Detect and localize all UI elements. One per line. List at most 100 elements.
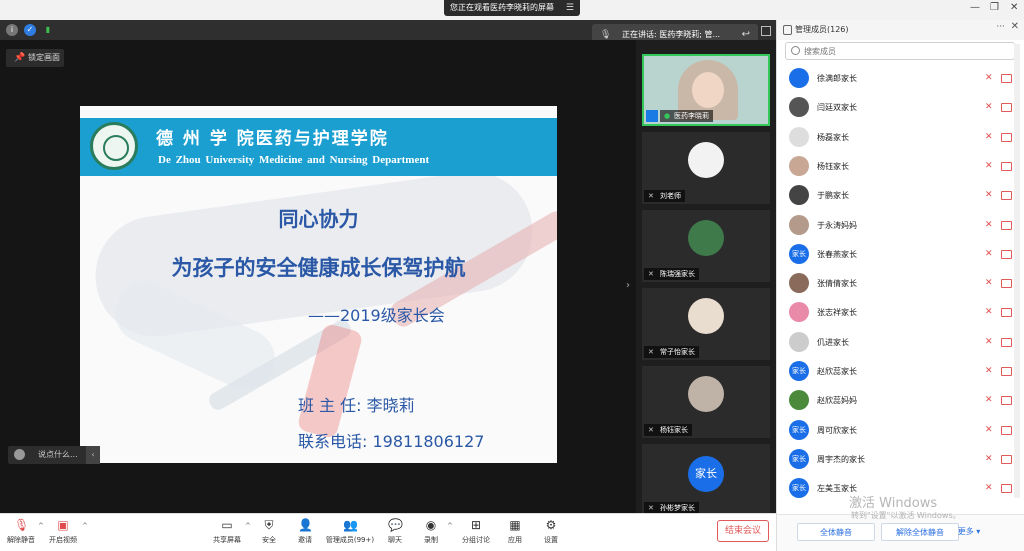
member-row[interactable]: 闫廷双家长 ✕ [777, 93, 1017, 122]
mic-muted-icon[interactable]: ✕ [985, 454, 995, 465]
close-icon[interactable]: ✕ [1011, 21, 1019, 32]
end-meeting-button[interactable]: 结束会议 [717, 520, 769, 542]
minimize-button[interactable]: — [970, 2, 980, 13]
apps-button[interactable]: ▦ 应用 [502, 518, 528, 545]
video-tile[interactable]: ✕ 常子怡家长 [642, 288, 770, 360]
camera-off-icon[interactable] [1001, 367, 1012, 376]
mic-muted-icon[interactable]: ✕ [985, 278, 995, 289]
member-row[interactable]: 于永涛妈妈 ✕ [777, 211, 1017, 240]
video-tile[interactable]: ✕ 刘老师 [642, 132, 770, 204]
camera-off-icon[interactable] [1001, 161, 1012, 171]
camera-off-icon[interactable] [1001, 484, 1012, 494]
member-name: 周可欣家长 [817, 425, 857, 435]
more-icon[interactable]: ··· [996, 22, 1005, 32]
more-options-button[interactable]: 更多 ▾ [947, 523, 991, 541]
camera-off-icon[interactable] [1001, 132, 1012, 142]
search-input[interactable] [804, 44, 1004, 58]
restore-button[interactable]: ❐ [990, 2, 999, 13]
camera-off-icon[interactable] [1001, 337, 1012, 347]
chevron-up-icon[interactable]: ^ [245, 522, 251, 530]
camera-off-icon[interactable] [1001, 249, 1012, 259]
mic-muted-icon[interactable]: ✕ [985, 190, 995, 201]
member-row[interactable]: 赵欣蕊妈妈 ✕ [777, 386, 1017, 415]
settings-button[interactable]: ⚙ 设置 [538, 518, 564, 545]
mic-muted-icon[interactable]: ✕ [985, 425, 995, 436]
video-tile[interactable]: ● 医药李晓莉 [642, 54, 770, 126]
member-row[interactable]: 家长 赵欣蕊家长 ✕ [777, 357, 1017, 386]
share-screen-button[interactable]: ▭ 共享屏幕 [210, 518, 244, 545]
member-row[interactable]: 徐满郎家长 ✕ [777, 64, 1017, 93]
mic-muted-icon[interactable]: ✕ [985, 132, 995, 143]
chevron-left-icon[interactable]: ‹ [86, 446, 100, 464]
mic-muted-icon[interactable]: ✕ [985, 307, 995, 318]
mic-muted-icon[interactable]: ✕ [985, 220, 995, 231]
layout-toggle-icon[interactable] [761, 26, 771, 36]
chat-button[interactable]: 💬 聊天 [382, 518, 408, 545]
unmute-button[interactable]: 🎙 解除静音 [4, 518, 38, 545]
mic-muted-icon: ✕ [648, 192, 654, 200]
member-row[interactable]: 张志祥家长 ✕ [777, 298, 1017, 327]
chat-input[interactable]: 说点什么... ‹ [8, 446, 100, 464]
video-tile[interactable]: ✕ 陈瑞强家长 [642, 210, 770, 282]
member-row[interactable]: 家长 周可欣家长 ✕ [777, 416, 1017, 445]
member-row[interactable]: 家长 张春燕家长 ✕ [777, 240, 1017, 269]
video-tile[interactable]: ✕ 杨钰家长 [642, 366, 770, 438]
member-row[interactable]: 杨钰家长 ✕ [777, 152, 1017, 181]
breakout-rooms-button[interactable]: ⊞ 分组讨论 [458, 518, 494, 545]
member-row[interactable]: 仉进家长 ✕ [777, 328, 1017, 357]
mic-muted-icon[interactable]: ✕ [985, 249, 995, 260]
camera-off-icon[interactable] [1001, 191, 1012, 201]
mic-muted-icon[interactable]: ✕ [985, 366, 995, 377]
member-row[interactable]: 于鹏家长 ✕ [777, 181, 1017, 210]
record-button[interactable]: ◉ 录制 [418, 518, 444, 545]
menu-icon[interactable]: ☰ [566, 0, 574, 16]
avatar [789, 214, 809, 235]
camera-off-icon[interactable] [1001, 308, 1012, 318]
info-icon[interactable]: i [6, 24, 18, 36]
slide-headline: 同心协力 [278, 207, 359, 231]
signal-icon[interactable]: ▮ [42, 24, 54, 36]
chevron-up-icon[interactable]: ^ [447, 522, 453, 530]
share-notice[interactable]: 您正在观看医药李晓莉的屏幕 ☰ [444, 0, 580, 16]
member-row[interactable]: 张倩倩家长 ✕ [777, 269, 1017, 298]
member-name: 张春燕家长 [817, 249, 857, 259]
camera-off-icon[interactable] [1001, 279, 1012, 289]
mic-muted-icon[interactable]: ✕ [985, 483, 995, 494]
mic-muted-icon[interactable]: ✕ [985, 395, 995, 406]
camera-off-icon[interactable] [1001, 454, 1012, 464]
camera-off-icon[interactable] [1001, 103, 1012, 113]
mic-muted-icon[interactable]: ✕ [985, 73, 995, 84]
camera-off-icon[interactable] [1001, 425, 1012, 435]
close-button[interactable]: ✕ [1010, 2, 1018, 13]
members-icon [783, 25, 792, 35]
manage-members-button[interactable]: 👥 管理成员(99+) [324, 518, 376, 545]
mic-muted-icon[interactable]: ✕ [985, 337, 995, 348]
avatar [789, 185, 809, 206]
shield-icon[interactable]: ✓ [24, 24, 36, 36]
member-list-scrollbar[interactable] [1014, 44, 1020, 498]
member-row[interactable]: 杨磊家长 ✕ [777, 123, 1017, 152]
start-video-button[interactable]: ▣ 开启视频 [46, 518, 80, 545]
member-row[interactable]: 家长 周宇杰的家长 ✕ [777, 445, 1017, 474]
member-search[interactable] [785, 42, 1015, 60]
camera-off-icon[interactable] [1001, 220, 1012, 230]
microphone-icon: ● [664, 112, 671, 120]
avatar [789, 97, 809, 118]
chevron-up-icon[interactable]: ^ [38, 522, 44, 530]
lock-screen-button[interactable]: 📌 锁定画面 [6, 49, 64, 67]
invite-button[interactable]: 👤 邀请 [290, 518, 320, 545]
video-tile[interactable]: 家长 ✕ 孙彬梦家长 [642, 444, 770, 516]
mic-muted-icon[interactable]: ✕ [985, 161, 995, 172]
member-name: 赵欣蕊妈妈 [817, 396, 857, 406]
chevron-right-icon[interactable]: › [626, 276, 636, 296]
mic-muted-icon[interactable]: ✕ [985, 102, 995, 113]
emoji-icon[interactable] [14, 449, 25, 460]
camera-off-icon[interactable] [1001, 74, 1012, 83]
avatar [688, 376, 724, 412]
tile-name-label: 杨钰家长 [660, 426, 688, 434]
chevron-up-icon[interactable]: ^ [82, 522, 88, 530]
camera-off-icon[interactable] [1001, 396, 1012, 406]
security-button[interactable]: ⛨ 安全 [254, 518, 284, 545]
tile-name-label: 刘老师 [660, 192, 681, 200]
mute-all-button[interactable]: 全体静音 [797, 523, 875, 541]
